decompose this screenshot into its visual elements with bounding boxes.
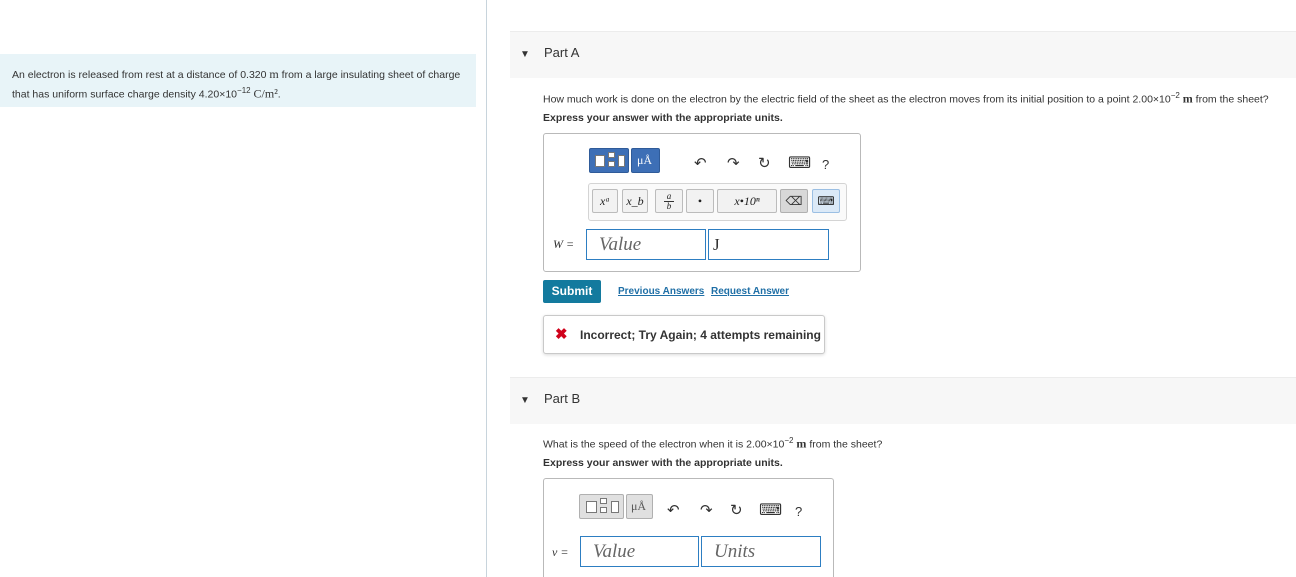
part-a-answer-box: μÅ ↶ ↷ ↻ ⌨ ? xᵃ x_b a b • x•10ⁿ ⌫ ⌨ W = … [543, 133, 861, 272]
question-text-end: from the sheet? [806, 438, 883, 451]
feedback-text: Incorrect; Try Again; 4 attempts remaini… [580, 328, 821, 342]
question-exponent: −2 [1170, 91, 1180, 100]
units-button[interactable]: μÅ [626, 494, 653, 519]
part-a-question: How much work is done on the electron by… [543, 91, 1269, 107]
mu-angstrom-label: μÅ [631, 499, 647, 513]
question-unit: m [796, 436, 807, 451]
part-b-instruction: Express your answer with the appropriate… [543, 457, 783, 469]
unit-density: C/m² [253, 86, 278, 101]
exponent: −12 [237, 86, 251, 95]
redo-icon[interactable]: ↷ [727, 155, 740, 173]
subscript-button[interactable]: x_b [622, 189, 648, 213]
problem-text: An electron is released from rest at a d… [12, 69, 270, 81]
unit-input[interactable]: J [708, 229, 829, 260]
problem-end: . [277, 88, 281, 101]
feedback-message: ✖ Incorrect; Try Again; 4 attempts remai… [543, 315, 825, 354]
previous-answers-link[interactable]: Previous Answers [618, 286, 704, 297]
request-answer-link[interactable]: Request Answer [711, 286, 789, 297]
collapse-triangle-icon[interactable]: ▼ [520, 49, 530, 60]
fraction-bottom: b [666, 200, 672, 211]
part-b-header[interactable]: ▼ Part B [510, 377, 1296, 424]
undo-icon[interactable]: ↶ [667, 502, 680, 520]
template-grid-icon [586, 501, 597, 513]
value-input[interactable]: Value [580, 536, 699, 567]
template-grid-icon-right [611, 501, 619, 513]
template-grid-icon-small-2 [608, 161, 615, 167]
help-icon[interactable]: ? [822, 156, 829, 174]
units-input[interactable]: Units [701, 536, 821, 567]
collapse-triangle-icon[interactable]: ▼ [520, 395, 530, 406]
help-icon[interactable]: ? [795, 503, 802, 521]
part-b-answer-box: μÅ ↶ ↷ ↻ ⌨ ? v = Value Units [543, 478, 834, 577]
unit-meter: m [269, 67, 279, 81]
question-unit: m [1182, 91, 1193, 106]
value-input[interactable]: Value [586, 229, 706, 260]
templates-button[interactable] [589, 148, 629, 173]
fraction-button[interactable]: a b [655, 189, 683, 213]
part-a-title: Part A [544, 45, 580, 60]
undo-icon[interactable]: ↶ [694, 155, 707, 173]
question-text-end: from the sheet? [1192, 93, 1269, 106]
redo-icon[interactable]: ↷ [700, 502, 713, 520]
delete-icon[interactable]: ⌫ [780, 189, 808, 213]
part-a-header[interactable]: ▼ Part A [510, 31, 1296, 78]
template-grid-icon-small-2 [600, 507, 607, 513]
question-exponent: −2 [784, 436, 794, 445]
part-b-question: What is the speed of the electron when i… [543, 436, 882, 452]
keyboard-toggle-icon[interactable]: ⌨ [812, 189, 840, 213]
keyboard-icon[interactable]: ⌨ [759, 502, 782, 520]
dot-button[interactable]: • [686, 189, 714, 213]
scientific-notation-button[interactable]: x•10ⁿ [717, 189, 777, 213]
question-text: What is the speed of the electron when i… [543, 438, 785, 451]
part-b-title: Part B [544, 391, 581, 406]
units-button[interactable]: μÅ [631, 148, 660, 173]
templates-button[interactable] [579, 494, 624, 519]
template-grid-icon-small [608, 152, 615, 158]
fraction-top: a [666, 190, 672, 201]
variable-label-w: W = [553, 237, 575, 251]
superscript-button[interactable]: xᵃ [592, 189, 618, 213]
question-text: How much work is done on the electron by… [543, 93, 1171, 106]
template-grid-icon-small [600, 498, 607, 504]
reset-icon[interactable]: ↻ [730, 502, 743, 520]
template-grid-icon-right [618, 155, 625, 167]
template-grid-icon [595, 155, 605, 167]
mu-angstrom-label: μÅ [637, 153, 653, 167]
keyboard-icon[interactable]: ⌨ [788, 155, 811, 173]
submit-button[interactable]: Submit [543, 280, 601, 303]
part-a-instruction: Express your answer with the appropriate… [543, 112, 783, 124]
column-divider [486, 0, 487, 577]
incorrect-x-icon: ✖ [555, 326, 568, 343]
variable-label-v: v = [552, 545, 569, 559]
problem-statement: An electron is released from rest at a d… [0, 54, 476, 107]
reset-icon[interactable]: ↻ [758, 155, 771, 173]
